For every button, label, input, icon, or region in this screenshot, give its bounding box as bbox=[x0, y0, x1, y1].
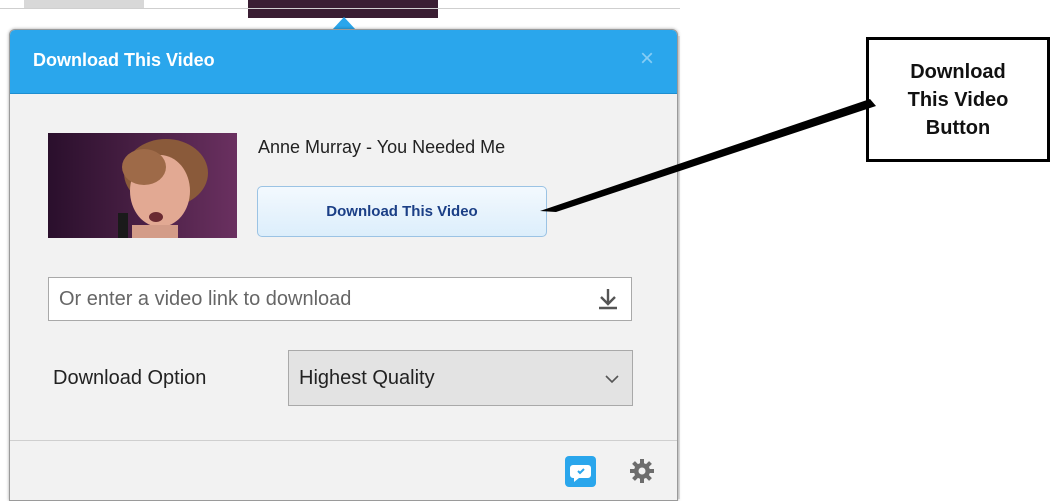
background-video-thumbnail bbox=[248, 0, 438, 18]
background-divider bbox=[0, 8, 680, 9]
download-arrow-icon[interactable] bbox=[596, 287, 620, 311]
video-thumbnail bbox=[48, 133, 237, 238]
download-option-value: Highest Quality bbox=[299, 367, 435, 389]
popup-header: Download This Video × bbox=[10, 30, 677, 94]
download-popup: Download This Video × Anne Murray - You … bbox=[9, 29, 678, 501]
download-this-video-button[interactable]: Download This Video bbox=[257, 186, 547, 237]
feedback-icon[interactable] bbox=[565, 456, 596, 487]
gear-icon[interactable] bbox=[628, 457, 656, 485]
annotation-callout-box: Download This Video Button bbox=[866, 37, 1050, 162]
annotation-callout-text: Download This Video Button bbox=[907, 60, 1009, 139]
popup-footer bbox=[10, 441, 677, 500]
download-option-label: Download Option bbox=[53, 367, 207, 389]
video-link-field bbox=[48, 277, 632, 321]
video-link-input[interactable] bbox=[49, 278, 599, 320]
close-icon[interactable]: × bbox=[634, 46, 660, 72]
background-page-text bbox=[24, 0, 144, 8]
video-title: Anne Murray - You Needed Me bbox=[258, 137, 506, 157]
download-option-select[interactable]: Highest Quality bbox=[288, 350, 633, 406]
chevron-down-icon bbox=[605, 375, 619, 384]
popup-title: Download This Video bbox=[33, 50, 215, 70]
